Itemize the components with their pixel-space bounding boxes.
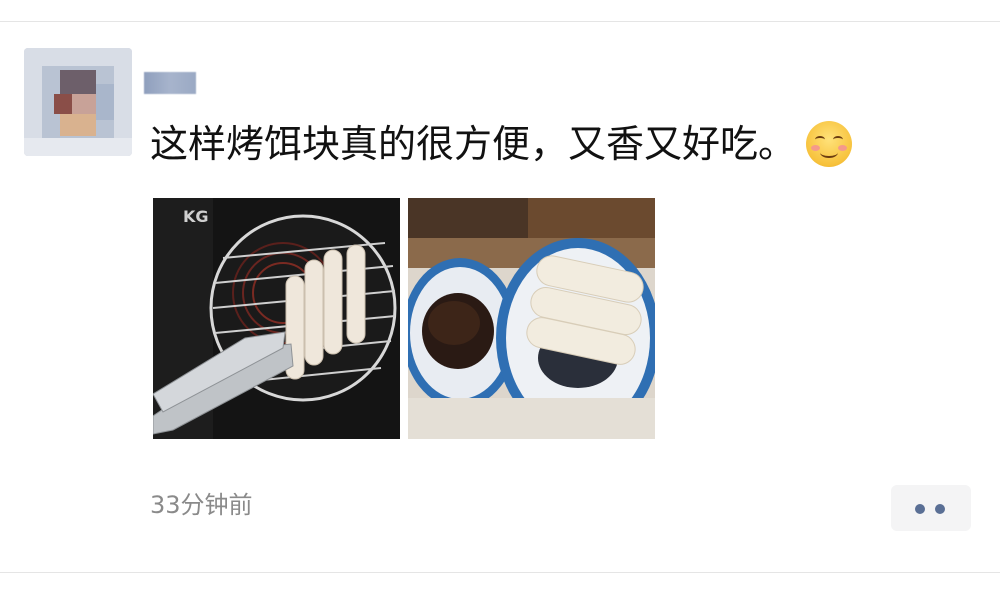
- grill-photo-illustration: KG: [153, 198, 400, 439]
- top-divider: [0, 21, 1000, 22]
- post-photo-2[interactable]: [408, 198, 655, 439]
- svg-text:KG: KG: [183, 207, 209, 226]
- post-photo-1[interactable]: KG: [153, 198, 400, 439]
- post-text: 这样烤饵块真的很方便，又香又好吃。: [150, 118, 853, 170]
- smiling-blush-emoji-icon: [806, 121, 853, 167]
- more-dots-icon-2: [935, 504, 945, 514]
- username-blurred[interactable]: [144, 72, 196, 94]
- avatar[interactable]: [24, 48, 132, 156]
- bottom-divider: [0, 572, 1000, 573]
- bowls-photo-illustration: [408, 198, 655, 439]
- post-text-content: 这样烤饵块真的很方便，又香又好吃。: [150, 122, 797, 166]
- more-dots-icon: [915, 504, 925, 514]
- more-actions-button[interactable]: [891, 485, 971, 531]
- post-timestamp: 33分钟前: [150, 491, 253, 519]
